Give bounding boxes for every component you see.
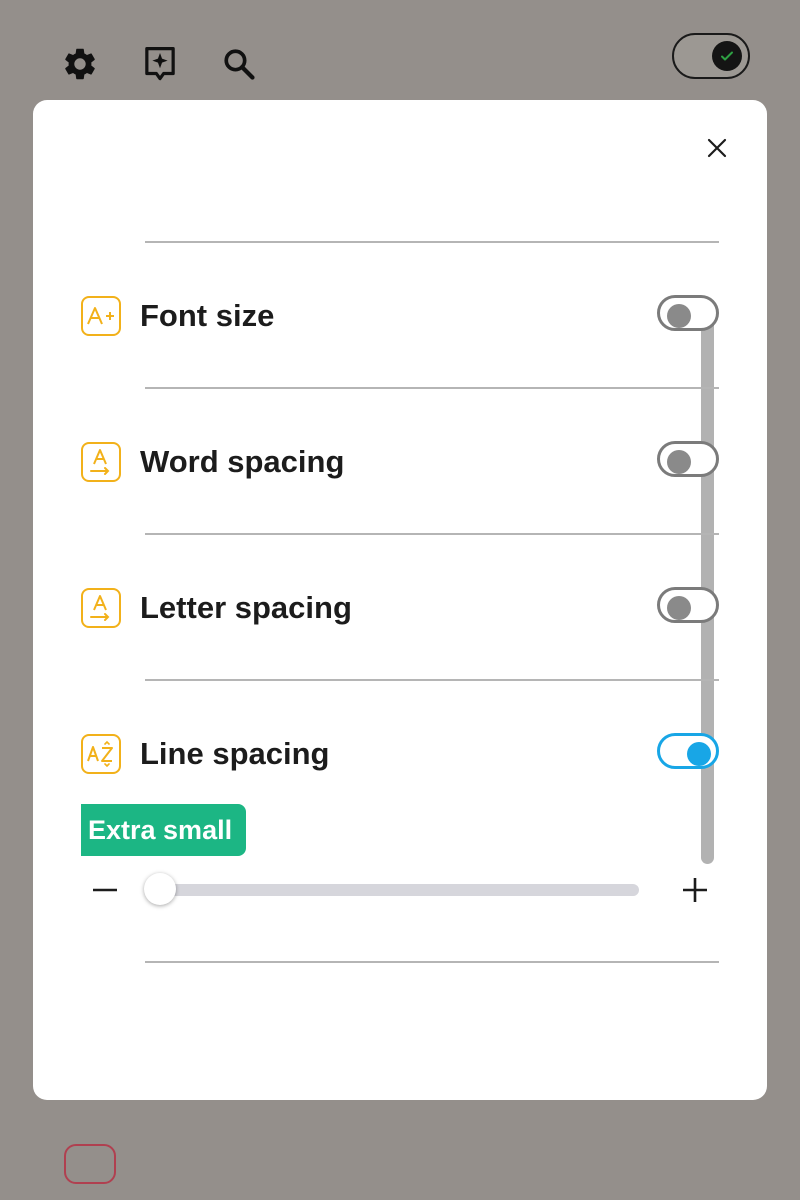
divider [145, 387, 719, 389]
setting-row-font-size: Font size [81, 293, 721, 339]
line-spacing-icon [81, 734, 121, 774]
close-icon [707, 138, 727, 158]
top-toggle-switch[interactable] [672, 33, 750, 79]
setting-label: Font size [140, 298, 275, 333]
search-button[interactable] [217, 42, 261, 86]
ai-assistant-button[interactable] [138, 42, 182, 86]
toggle-knob [687, 742, 711, 766]
minus-icon [93, 888, 117, 892]
word-spacing-toggle[interactable] [657, 441, 719, 477]
divider [145, 961, 719, 963]
increase-button[interactable] [675, 870, 715, 910]
accessibility-settings-dialog: Font size Word spacing Letter spacing Li… [33, 100, 767, 1100]
settings-button[interactable] [58, 42, 102, 86]
plus-icon [683, 878, 707, 902]
ai-sparkle-icon [145, 47, 175, 81]
line-spacing-level-badge: Extra small [81, 804, 247, 856]
divider [145, 241, 719, 243]
letter-spacing-toggle[interactable] [657, 587, 719, 623]
font-size-toggle[interactable] [657, 295, 719, 331]
close-button[interactable] [697, 128, 737, 168]
line-spacing-toggle[interactable] [657, 733, 719, 769]
setting-row-word-spacing: Word spacing [81, 439, 721, 485]
letter-spacing-icon [81, 588, 121, 628]
setting-label: Letter spacing [140, 590, 352, 625]
setting-row-line-spacing: Line spacing [81, 731, 721, 777]
line-spacing-slider[interactable] [144, 873, 639, 905]
divider [145, 533, 719, 535]
setting-row-letter-spacing: Letter spacing [81, 585, 721, 631]
gear-icon [65, 48, 95, 80]
search-icon [224, 49, 255, 80]
toggle-knob [667, 304, 691, 328]
font-size-icon [81, 296, 121, 336]
setting-label: Word spacing [140, 444, 345, 479]
word-spacing-icon [81, 442, 121, 482]
setting-label: Line spacing [140, 736, 330, 771]
slider-thumb[interactable] [144, 873, 176, 905]
divider [145, 679, 719, 681]
toggle-knob [667, 450, 691, 474]
check-icon [721, 51, 733, 61]
toggle-knob [667, 596, 691, 620]
background-element [64, 1144, 116, 1184]
decrease-button[interactable] [85, 870, 125, 910]
toggle-knob [712, 41, 742, 71]
